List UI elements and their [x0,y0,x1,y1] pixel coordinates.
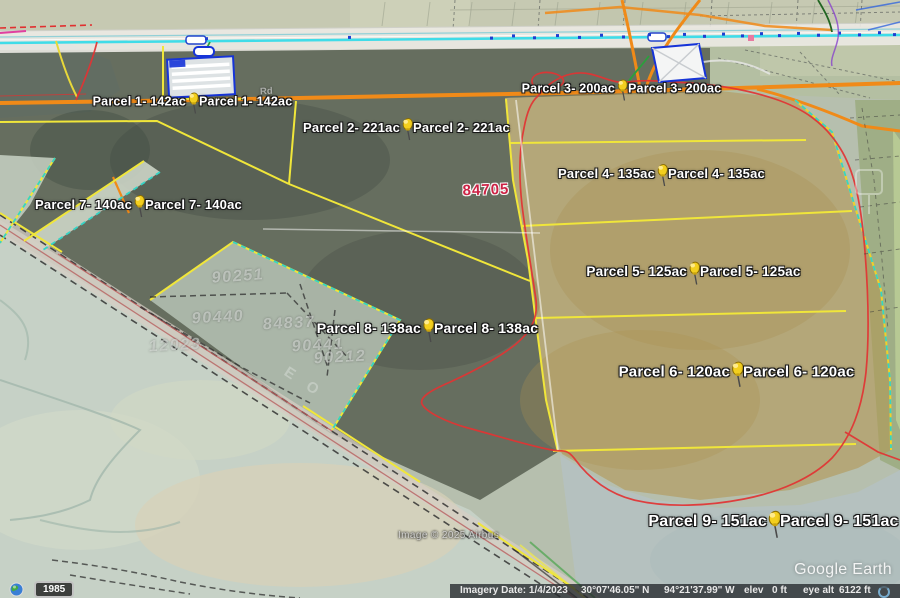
parcel-label: Parcel 9- 151ac [780,513,899,531]
faded-parcel-id: 84837 [262,314,316,335]
labels-layer: Parcel 1- 142ac Parcel 1- 142ac Parcel 2- … [0,0,900,598]
elev-label: elev [744,585,763,596]
status-bar: Imagery Date: 1/4/2023 30°07'46.05" N 94… [450,584,900,598]
imagery-date: Imagery Date: 1/4/2023 [460,585,568,596]
parcel-label: Parcel 8- 138ac [434,320,538,336]
parcel-label: Parcel 1- 142ac [199,94,292,108]
parcel-label: Parcel 4- 135ac [558,166,655,181]
parcel-label: Parcel 6- 120ac [743,364,854,381]
faded-parcel-id: 90212 [313,348,367,369]
faded-parcel-id: 90251 [211,266,265,288]
parcel-label: Parcel 3- 200ac [522,81,615,95]
parcel-label: Parcel 8- 138ac [317,320,421,336]
loading-spinner-icon [878,586,890,598]
parcel-label: Parcel 1- 142ac [93,94,186,108]
parcel-label: Parcel 2- 221ac [413,120,510,135]
parcel-label: Parcel 2- 221ac [303,120,400,135]
faded-parcel-id: 90440 [191,308,245,329]
parcel-label: Parcel 7- 140ac [145,197,242,212]
longitude-readout: 94°21'37.99" W [664,585,735,596]
faded-parcel-id: 90441 [291,336,345,357]
parcel-label: Parcel 9- 151ac [648,513,767,531]
parcel-label: Parcel 3- 200ac [628,81,721,95]
parcel-label: Parcel 6- 120ac [619,364,730,381]
parcel-label: Parcel 5- 125ac [586,264,687,279]
eye-alt-value: 6122 ft [839,585,871,596]
faded-parcel-id: 12023 [148,336,202,357]
parcel-label: Parcel 5- 125ac [700,264,801,279]
historical-imagery-globe-icon[interactable] [9,582,24,597]
parcel-label: Parcel 4- 135ac [668,166,765,181]
elev-value: 0 ft [772,585,787,596]
eye-alt-label: eye alt [803,585,834,596]
google-earth-map-viewport[interactable]: Parcel 1- 142ac Parcel 1- 142ac Parcel 2- … [0,0,900,598]
latitude-readout: 30°07'46.05" N [581,585,649,596]
imagery-year-badge[interactable]: 1985 [34,581,74,598]
parcel-label: Parcel 7- 140ac [35,197,132,212]
